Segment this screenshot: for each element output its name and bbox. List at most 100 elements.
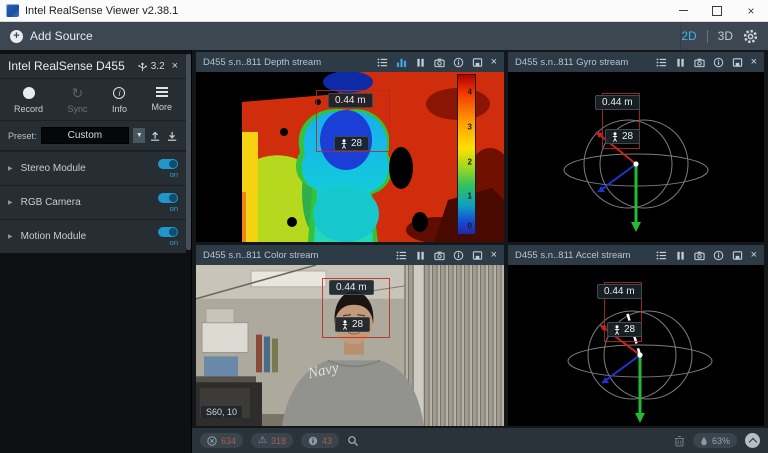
stream-info-icon[interactable]	[453, 250, 464, 261]
minimize-icon	[678, 10, 688, 11]
upload-preset-icon[interactable]	[149, 129, 161, 142]
stream-area: D455 s.n..811 Depth stream × 4 3 2 1 0 0…	[192, 50, 768, 428]
color-stream-view[interactable]: Navy 0.44 m 28 S60, 10	[196, 265, 504, 426]
collapse-chevron-up-button[interactable]	[745, 433, 760, 448]
module-label: RGB Camera	[20, 197, 81, 208]
info-icon: i	[113, 87, 126, 99]
distance-label: 0.44 m	[328, 93, 373, 108]
download-preset-icon[interactable]	[166, 129, 178, 142]
sidebar-item-motion-module[interactable]: ▶ Motion Module on	[0, 219, 186, 253]
close-stream-icon[interactable]: ×	[751, 56, 757, 68]
color-stream-header: D455 s.n..811 Color stream ×	[196, 245, 504, 265]
close-stream-icon[interactable]: ×	[751, 249, 757, 261]
view-3d-tab[interactable]: 3D	[718, 29, 733, 43]
sidebar: Intel RealSense D455 3.2 × Record ↻ Sync…	[0, 50, 192, 453]
save-icon[interactable]	[472, 57, 483, 68]
histogram-icon[interactable]	[396, 57, 407, 68]
module-label: Stereo Module	[20, 163, 86, 174]
snapshot-camera-icon[interactable]	[433, 250, 445, 261]
metadata-icon[interactable]	[396, 250, 407, 261]
rgb-camera-toggle[interactable]	[158, 192, 178, 203]
preset-select[interactable]: Custom	[40, 127, 130, 144]
motion-module-toggle[interactable]	[158, 226, 178, 237]
depth-stream-header: D455 s.n..811 Depth stream ×	[196, 52, 504, 72]
sidebar-scrollbar[interactable]	[186, 54, 191, 250]
depth-stream-panel: D455 s.n..811 Depth stream × 4 3 2 1 0 0…	[196, 52, 504, 242]
pause-icon[interactable]	[675, 57, 686, 68]
stream-title: D455 s.n..811 Gyro stream	[515, 56, 629, 68]
usage-percent: 63%	[711, 435, 730, 446]
drop-icon	[701, 436, 707, 445]
device-header: Intel RealSense D455 3.2 ×	[0, 54, 186, 79]
view-2d-tab[interactable]: 2D	[681, 29, 696, 43]
toggle-state: on	[169, 203, 178, 213]
pause-icon[interactable]	[675, 250, 686, 261]
device-close-icon[interactable]: ×	[172, 60, 178, 72]
minimize-button[interactable]	[666, 0, 700, 21]
toggle-state: on	[169, 237, 178, 247]
snapshot-camera-icon[interactable]	[693, 250, 705, 261]
save-icon[interactable]	[732, 250, 743, 261]
settings-gear-icon[interactable]	[743, 29, 758, 44]
distance-label: 0.44 m	[597, 284, 642, 299]
device-panel: Intel RealSense D455 3.2 × Record ↻ Sync…	[0, 54, 186, 253]
stream-info-icon[interactable]	[713, 57, 724, 68]
gyro-stream-header: D455 s.n..811 Gyro stream ×	[508, 52, 764, 72]
add-source-button[interactable]: + Add Source	[0, 29, 192, 43]
metadata-icon[interactable]	[656, 250, 667, 261]
record-button[interactable]: Record	[14, 87, 43, 114]
app-toolbar: + Add Source 2D 3D	[0, 22, 768, 50]
sync-icon: ↻	[71, 85, 84, 101]
maximize-button[interactable]	[700, 0, 734, 21]
accel-stream-header: D455 s.n..811 Accel stream ×	[508, 245, 764, 265]
metadata-icon[interactable]	[377, 57, 388, 68]
sidebar-item-stereo-module[interactable]: ▶ Stereo Module on	[0, 151, 186, 185]
more-button[interactable]: More	[151, 87, 172, 114]
preset-label: Preset:	[8, 130, 37, 141]
more-label: More	[151, 101, 172, 112]
expander-icon[interactable]: ▶	[8, 165, 13, 172]
sync-button[interactable]: ↻ Sync	[67, 85, 88, 114]
close-stream-icon[interactable]: ×	[491, 56, 497, 68]
accel-stream-panel: D455 s.n..811 Accel stream × 0.44 m 28	[508, 245, 764, 426]
depth-stream-view[interactable]: 4 3 2 1 0 0.44 m 28	[196, 72, 504, 242]
stream-info-icon[interactable]	[713, 250, 724, 261]
stereo-module-toggle[interactable]	[158, 158, 178, 169]
expander-icon[interactable]: ▶	[8, 199, 13, 206]
preset-row: Preset: Custom ▼	[0, 121, 186, 151]
person-height-icon	[341, 138, 347, 149]
save-icon[interactable]	[472, 250, 483, 261]
pause-icon[interactable]	[415, 250, 426, 261]
accel-stream-view[interactable]: 0.44 m 28	[508, 265, 764, 426]
color-stream-panel: D455 s.n..811 Color stream × Navy 0.44 m…	[196, 245, 504, 426]
trash-icon[interactable]	[674, 435, 685, 447]
metadata-icon[interactable]	[656, 57, 667, 68]
snapshot-camera-icon[interactable]	[433, 57, 445, 68]
close-stream-icon[interactable]: ×	[491, 249, 497, 261]
snapshot-camera-icon[interactable]	[693, 57, 705, 68]
error-circle-icon	[207, 435, 217, 446]
exposure-label: S60, 10	[201, 406, 243, 418]
height-label: 28	[607, 322, 643, 337]
gyro-stream-panel: D455 s.n..811 Gyro stream × 0.44 m 28	[508, 52, 764, 242]
distance-label: 0.44 m	[595, 95, 640, 110]
height-value: 28	[351, 138, 363, 149]
sync-label: Sync	[67, 104, 88, 114]
info-badge[interactable]: 43	[301, 433, 340, 448]
stream-info-icon[interactable]	[453, 57, 464, 68]
info-button[interactable]: i Info	[112, 87, 127, 114]
search-icon[interactable]	[347, 435, 359, 447]
close-window-button[interactable]: ×	[734, 0, 768, 21]
warning-icon: ⚠	[258, 434, 267, 446]
distance-label: 0.44 m	[329, 280, 374, 295]
gyro-stream-view[interactable]: 0.44 m 28	[508, 72, 764, 242]
pause-icon[interactable]	[415, 57, 426, 68]
sidebar-item-rgb-camera[interactable]: ▶ RGB Camera on	[0, 185, 186, 219]
expander-icon[interactable]: ▶	[8, 233, 13, 240]
usb-icon	[138, 62, 147, 71]
preset-dropdown-icon[interactable]: ▼	[133, 128, 146, 143]
save-icon[interactable]	[732, 57, 743, 68]
errors-badge[interactable]: 634	[200, 433, 244, 448]
warnings-badge[interactable]: ⚠ 318	[251, 433, 294, 448]
toggle-state: on	[169, 169, 178, 179]
